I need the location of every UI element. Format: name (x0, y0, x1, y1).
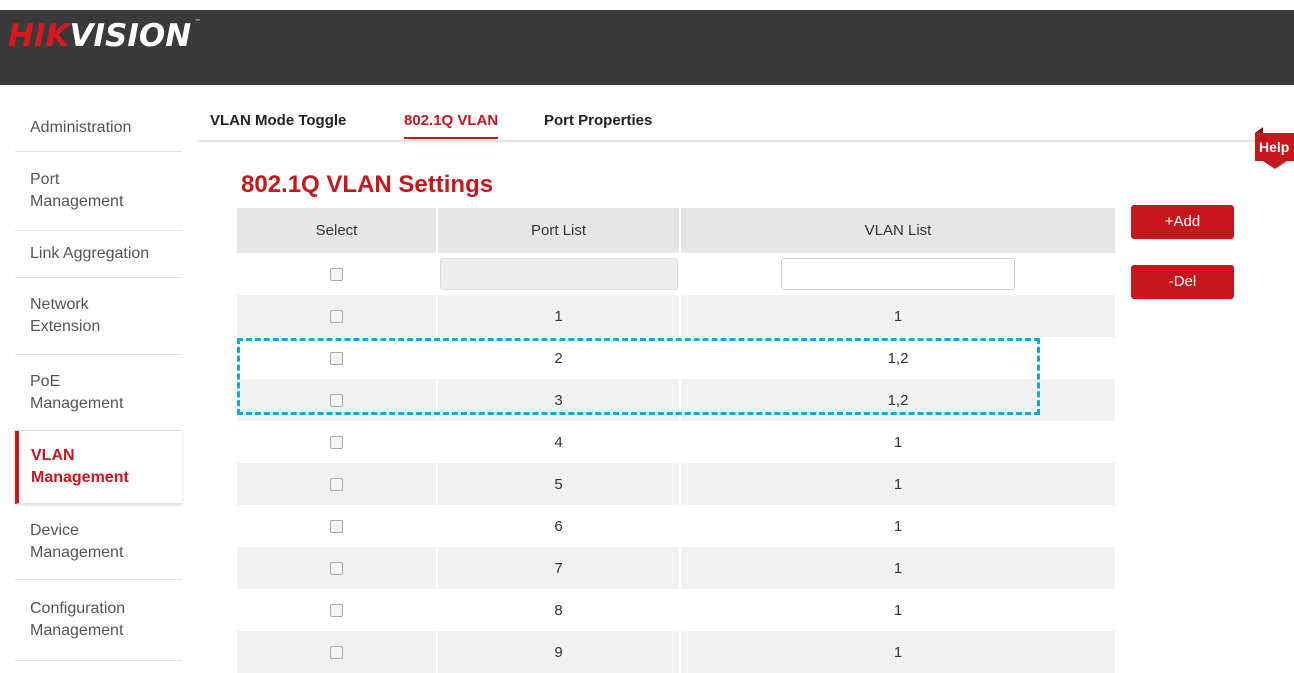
vlan-cell: 1 (679, 547, 1115, 589)
vlan-cell: 1 (679, 295, 1115, 337)
column-header-vlan-list: VLAN List (679, 208, 1115, 253)
row-checkbox[interactable] (330, 478, 343, 492)
sidebar-item-device-management[interactable]: Device Management (15, 504, 182, 580)
sidebar-item-vlan-management[interactable]: VLAN Management (15, 431, 182, 504)
table-row: 8 1 (237, 589, 1115, 631)
top-header-bar: HIKVISION ™ (0, 10, 1294, 85)
table-row: 1 1 (237, 295, 1115, 337)
table-row: 6 1 (237, 505, 1115, 547)
sidebar-item-label: Link Aggregation (30, 245, 150, 262)
vlan-table: Select Port List VLAN List 1 1 2 1,2 3 1… (237, 208, 1115, 673)
row-checkbox[interactable] (330, 520, 343, 534)
delete-button[interactable]: -Del (1131, 265, 1234, 299)
sidebar-item-label: Configuration Management (30, 600, 126, 639)
dashed-highlight-box (237, 338, 1040, 415)
sidebar-item-label: VLAN Management (31, 447, 129, 486)
vlan-cell: 1 (679, 463, 1115, 505)
column-header-select: Select (237, 208, 437, 253)
sidebar-item-label: Device Management (30, 521, 124, 561)
row-checkbox[interactable] (330, 310, 343, 324)
sidebar-nav: Administration Port Management Link Aggr… (15, 105, 182, 661)
new-entry-row (237, 253, 1115, 295)
port-cell: 4 (436, 421, 680, 463)
sidebar-item-network-extension[interactable]: Network Extension (15, 278, 182, 355)
table-row: 9 1 (237, 631, 1115, 673)
row-checkbox[interactable] (330, 562, 343, 576)
sidebar-item-label: PoE Management (30, 372, 124, 412)
port-cell: 9 (436, 631, 680, 673)
add-button[interactable]: +Add (1131, 205, 1234, 239)
tab-port-properties[interactable]: Port Properties (544, 112, 652, 137)
vlan-cell: 1 (679, 505, 1115, 547)
sidebar-item-port-management[interactable]: Port Management (15, 152, 182, 231)
sidebar-item-poe-management[interactable]: PoE Management (15, 355, 182, 431)
vlan-cell: 1 (679, 589, 1115, 631)
row-checkbox[interactable] (330, 604, 343, 618)
sidebar-item-link-aggregation[interactable]: Link Aggregation (15, 231, 182, 278)
tab-802-1q-vlan[interactable]: 802.1Q VLAN (404, 112, 499, 139)
port-cell: 1 (436, 295, 680, 337)
help-button[interactable]: Help (1255, 127, 1294, 169)
sidebar-item-label: Network Extension (30, 296, 101, 335)
vlan-list-input[interactable] (781, 258, 1015, 290)
port-list-input (439, 258, 678, 290)
vlan-cell: 1 (679, 421, 1115, 463)
column-header-port-list: Port List (436, 208, 680, 253)
table-row: 7 1 (237, 547, 1115, 589)
sidebar-item-administration[interactable]: Administration (15, 105, 182, 152)
table-row: 5 1 (237, 463, 1115, 505)
tab-vlan-mode-toggle[interactable]: VLAN Mode Toggle (210, 112, 346, 137)
tab-bar: VLAN Mode Toggle 802.1Q VLAN Port Proper… (198, 108, 1258, 142)
sidebar-item-label: Administration (30, 119, 132, 136)
port-cell: 5 (436, 463, 680, 505)
port-cell: 6 (436, 505, 680, 547)
sidebar-item-configuration-management[interactable]: Configuration Management (15, 580, 182, 661)
port-cell: 8 (436, 589, 680, 631)
new-entry-checkbox[interactable] (330, 268, 343, 282)
row-checkbox[interactable] (330, 646, 343, 660)
row-checkbox[interactable] (330, 436, 343, 450)
hikvision-logo: HIKVISION ™ (8, 18, 202, 54)
table-row: 4 1 (237, 421, 1115, 463)
table-header-row: Select Port List VLAN List (237, 208, 1115, 253)
vlan-cell: 1 (679, 631, 1115, 673)
port-cell: 7 (436, 547, 680, 589)
page-title: 802.1Q VLAN Settings (241, 171, 494, 198)
sidebar-item-label: Port Management (30, 171, 124, 210)
